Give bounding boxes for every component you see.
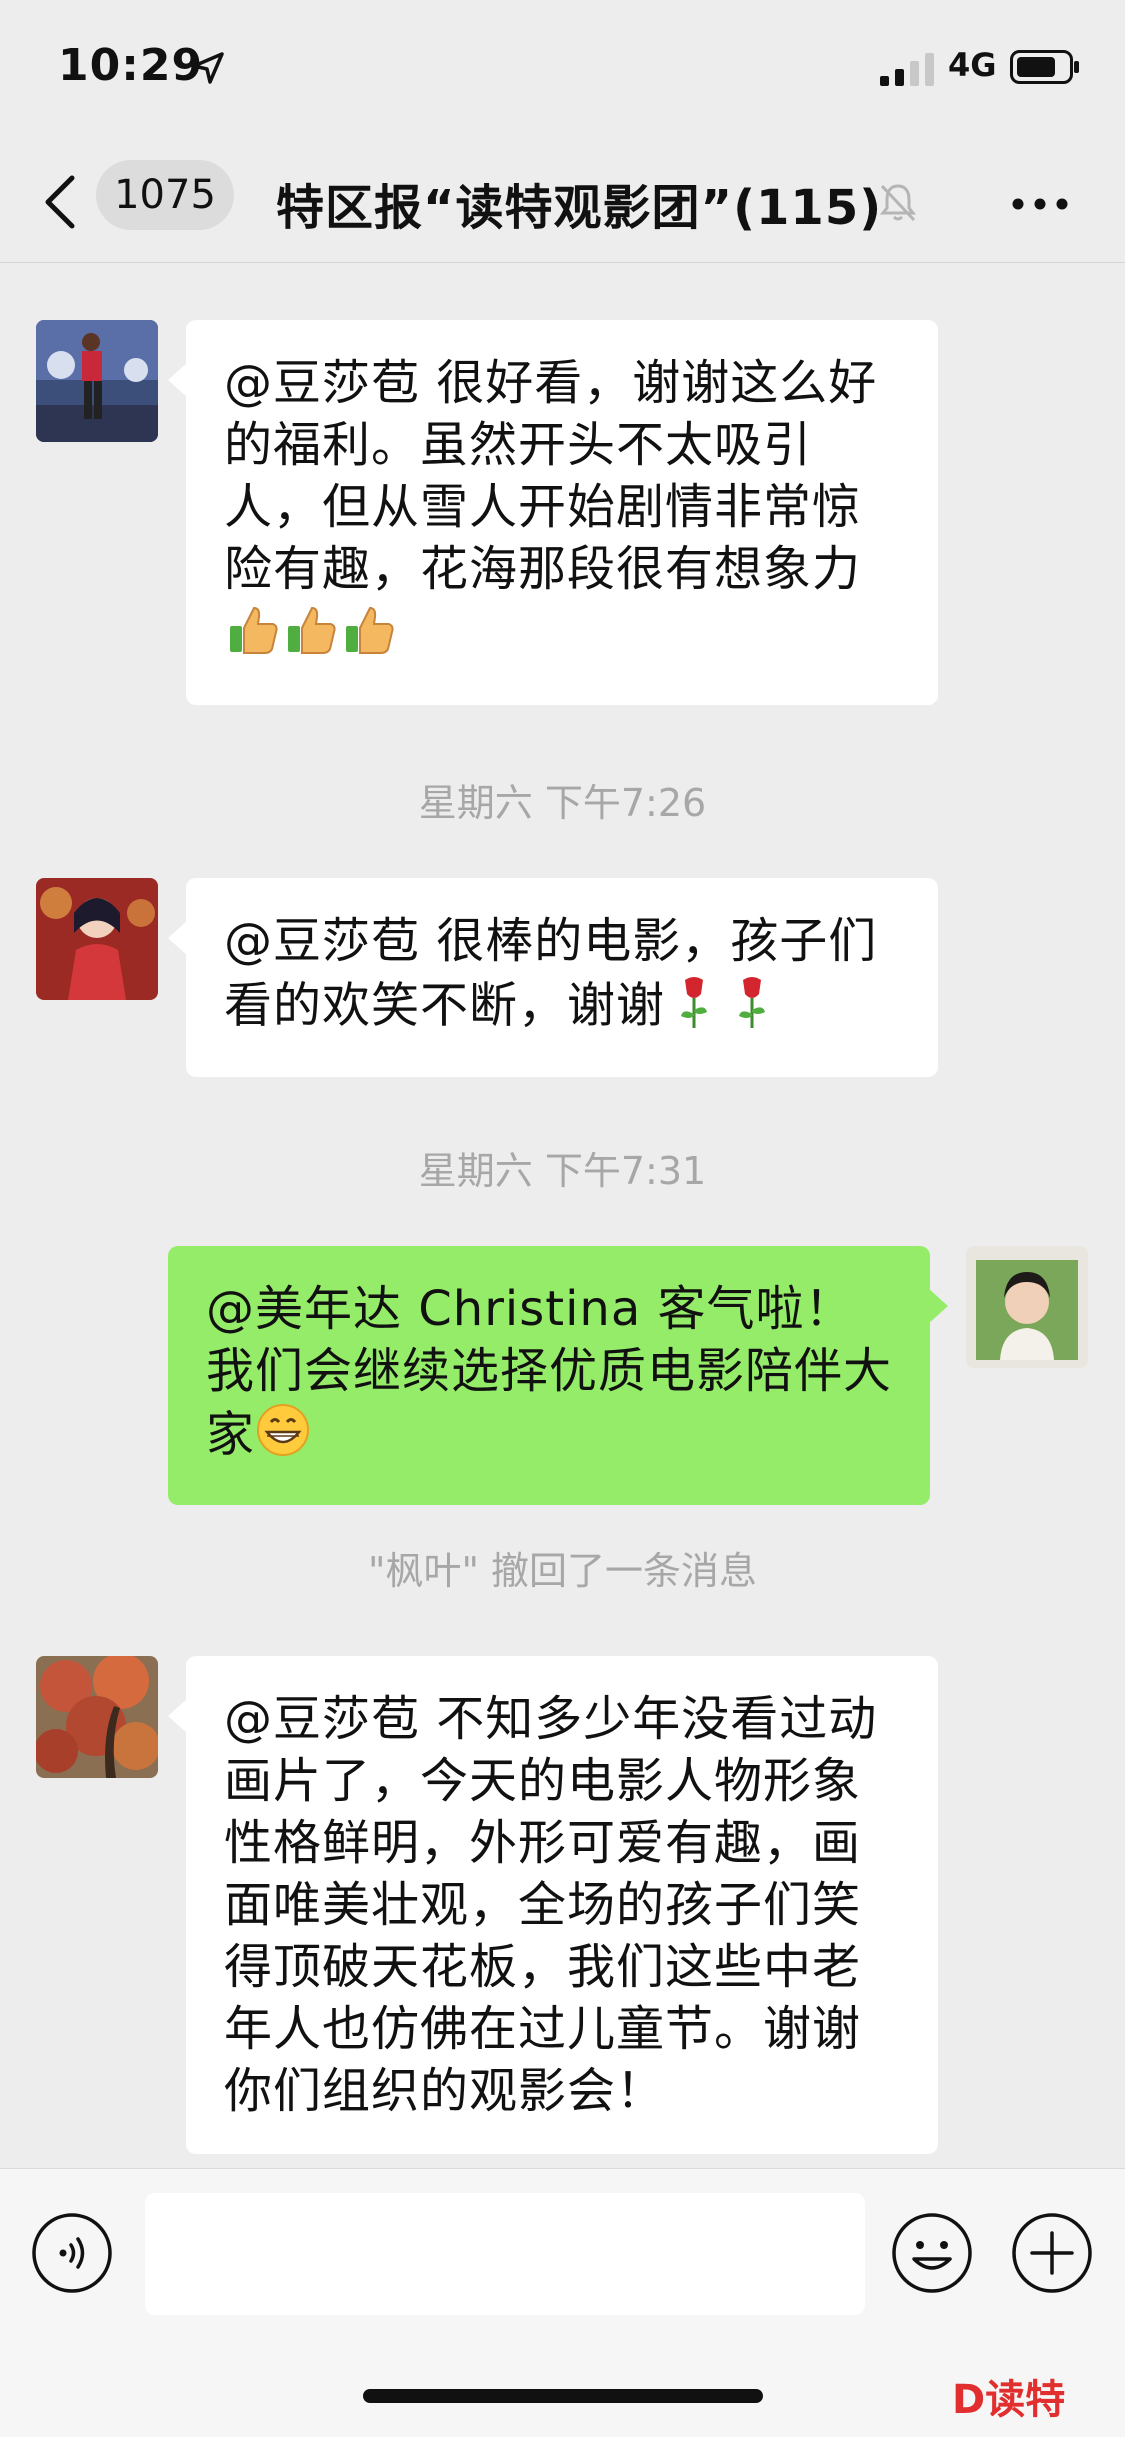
mute-bell-icon [879,184,917,222]
add-attachment-icon[interactable] [1010,2211,1094,2295]
emoji-picker-icon[interactable] [890,2211,974,2295]
battery-icon [1010,50,1079,84]
message-timestamp: 星期六 下午7:26 [418,781,707,825]
network-type: 4G [948,46,997,84]
avatar-photo [36,878,158,1000]
status-bar: 10:29 4G [0,0,1125,140]
watermark-logo: D读特 [952,2377,1066,2423]
message-bubble[interactable]: @豆莎苞 很好看，谢谢这么好的福利。虽然开头不太吸引人，但从雪人开始剧情非常惊险… [168,320,938,705]
thumbs-up-icon [340,600,398,673]
chat-title[interactable]: 特区报“读特观影团”(115) [276,168,882,238]
avatar[interactable] [36,1656,158,1778]
unread-count-badge[interactable]: 1075 [96,160,234,230]
message-text: @豆莎苞 不知多少年没看过动画片了，今天的电影人物形象性格鲜明，外形可爱有趣，画… [224,1691,878,2119]
avatar[interactable] [36,878,158,1000]
grin-icon [255,1402,311,1473]
chat-input-bar: D读特 [0,2168,1125,2437]
home-indicator [363,2389,763,2403]
chat-header: 1075 特区报“读特观影团”(115) [0,140,1125,263]
status-time: 10:29 [58,40,204,91]
avatar[interactable] [36,320,158,442]
rose-icon [723,972,781,1045]
rose-icon [665,972,723,1045]
thumbs-up-icon [282,600,340,673]
system-message: "枫叶" 撤回了一条消息 [367,1549,758,1593]
message-bubble[interactable]: @豆莎苞 很棒的电影，孩子们看的欢笑不断，谢谢 [168,878,938,1077]
thumbs-up-icon [224,600,282,673]
message-bubble[interactable]: @豆莎苞 不知多少年没看过动画片了，今天的电影人物形象性格鲜明，外形可爱有趣，画… [168,1656,938,2154]
avatar-photo [36,320,158,442]
message-bubble-sent[interactable]: @美年达 Christina 客气啦！我们会继续选择优质电影陪伴大家 [168,1246,948,1505]
message-input[interactable] [145,2193,865,2315]
avatar-self[interactable] [966,1246,1088,1368]
message-timestamp: 星期六 下午7:31 [418,1149,707,1193]
location-arrow-icon [192,52,224,84]
avatar-photo [36,1656,158,1778]
avatar-photo [966,1246,1088,1368]
back-chevron-icon[interactable] [40,174,80,230]
voice-input-icon[interactable] [30,2211,114,2295]
more-options-icon[interactable] [1010,194,1070,214]
message-text: @豆莎苞 很好看，谢谢这么好的福利。虽然开头不太吸引人，但从雪人开始剧情非常惊险… [224,355,878,597]
cellular-signal-icon [880,53,934,86]
